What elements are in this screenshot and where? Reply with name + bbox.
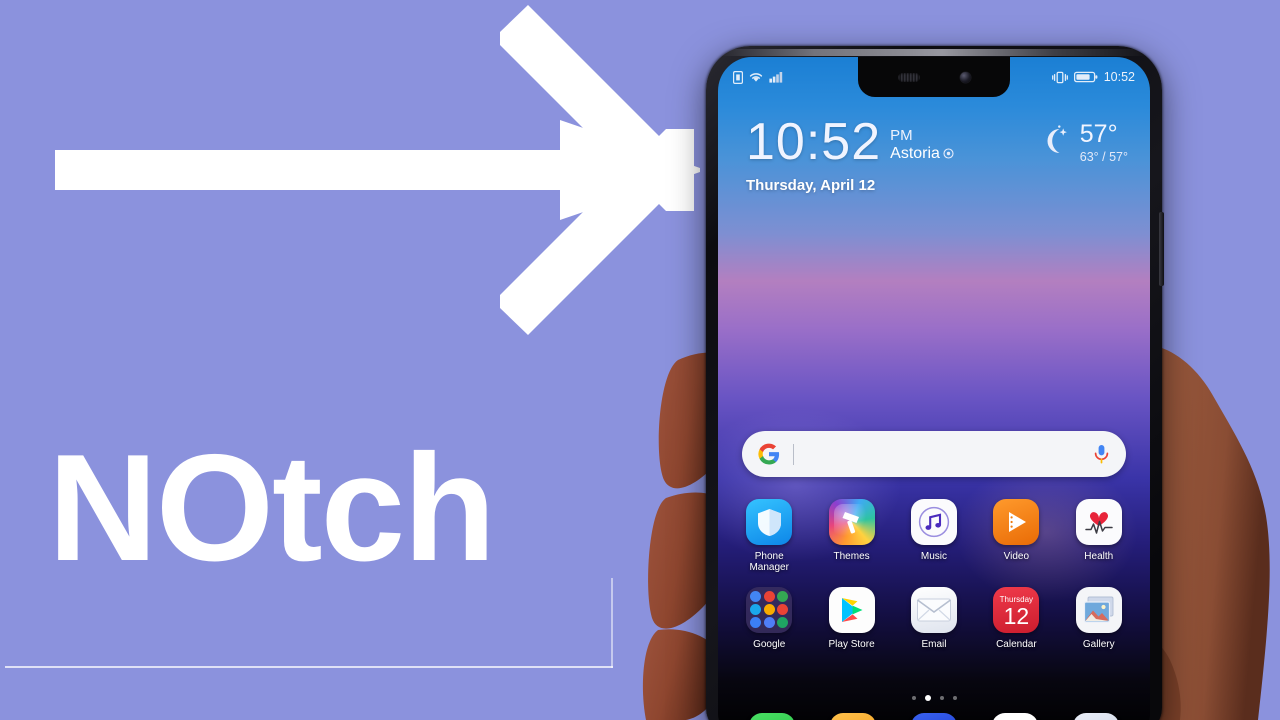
clock-date: Thursday, April 12 — [746, 176, 876, 194]
app-label: Video — [1003, 551, 1030, 562]
status-bar-right: 10:52 — [1051, 70, 1135, 84]
gallery-photo-icon[interactable] — [1075, 586, 1122, 633]
chrome-dock-icon[interactable] — [991, 713, 1038, 720]
page-dot-1[interactable] — [924, 695, 931, 701]
app-label: Themes — [833, 551, 870, 562]
page-indicator-dots[interactable] — [718, 695, 1150, 701]
app-label: Phone Manager — [749, 551, 789, 574]
moon-clear-night-icon — [1047, 125, 1067, 153]
weather-temperature: 57° — [1079, 120, 1118, 148]
folder-mini-icon-1 — [763, 591, 775, 603]
app-label: Email — [921, 638, 947, 650]
folder-mini-icon-3 — [750, 604, 762, 616]
play-store-icon[interactable] — [828, 586, 875, 633]
folder-mini-icon-8 — [776, 617, 788, 629]
bezel-highlight — [720, 49, 1148, 56]
underline-corner-tick — [611, 578, 613, 668]
app-label: Health — [1084, 551, 1114, 562]
page-title: NOtch — [48, 423, 496, 593]
folder-mini-icon-7 — [763, 617, 775, 629]
phone-dock-icon[interactable] — [749, 713, 796, 720]
app-item-health[interactable]: Health — [1063, 499, 1135, 574]
clock-ampm: PM — [890, 127, 913, 144]
page-dot-2[interactable] — [939, 696, 944, 700]
app-item-calendar[interactable]: Thursday 12 Calendar — [980, 586, 1052, 650]
app-label: Calendar — [996, 638, 1037, 650]
wifi-icon — [749, 73, 763, 82]
camera-dock-icon[interactable] — [1072, 713, 1119, 720]
page-dot-0[interactable] — [911, 696, 916, 700]
app-item-play-store[interactable]: Play Store — [816, 586, 888, 650]
app-item-video[interactable]: Video — [980, 499, 1052, 574]
page-dot-3[interactable] — [952, 696, 957, 700]
right-arrow-icon — [55, 5, 700, 335]
phone-device: 10:52 10:52 PM Astoria Thursday, April 1… — [706, 46, 1162, 720]
display-notch — [858, 57, 1010, 97]
status-bar-time: 10:52 — [1103, 70, 1135, 84]
google-folder-icon[interactable] — [746, 586, 793, 633]
messages-dock-icon[interactable] — [910, 713, 957, 720]
app-row-2: Google Play Store Email Thursday 12 Cale… — [728, 586, 1140, 650]
app-item-phone-manager[interactable]: Phone Manager — [733, 499, 805, 574]
app-item-music[interactable]: Music — [898, 499, 970, 574]
underline-divider — [5, 666, 613, 668]
google-g-logo-icon — [758, 443, 780, 465]
earpiece-speaker-icon — [897, 72, 920, 82]
music-note-icon[interactable] — [910, 499, 957, 545]
clock-time: 10:52 — [746, 113, 882, 171]
google-search-bar[interactable] — [742, 431, 1126, 477]
sim-card-icon — [733, 70, 743, 84]
folder-mini-icon-5 — [776, 604, 788, 616]
app-item-google-folder[interactable]: Google — [733, 586, 805, 650]
folder-mini-icon-0 — [750, 591, 762, 603]
app-item-themes[interactable]: Themes — [816, 499, 888, 574]
folder-mini-icon-2 — [776, 591, 788, 603]
screenshot-stage: NOtch 10:52 10:52 PM Astoria Thursday, A… — [0, 0, 1280, 720]
dock — [718, 713, 1150, 720]
calendar-day: 12 — [1003, 602, 1030, 629]
cellular-signal-icon — [769, 72, 783, 83]
weather-widget[interactable]: 57° 63° / 57° — [1039, 120, 1128, 164]
app-label: Gallery — [1082, 638, 1115, 650]
clock-location: Astoria — [890, 144, 940, 162]
app-grid: Phone Manager Themes Music Video Health … — [718, 499, 1150, 663]
vibrate-icon — [1051, 71, 1068, 83]
folder-mini-icon-6 — [750, 617, 762, 629]
app-row-1: Phone Manager Themes Music Video Health — [728, 499, 1140, 574]
battery-icon — [1073, 71, 1098, 83]
weather-range: 63° / 57° — [1079, 149, 1128, 164]
location-pin-icon — [943, 148, 954, 159]
front-camera-icon — [959, 71, 971, 83]
envelope-icon[interactable] — [910, 586, 957, 633]
heart-pulse-icon[interactable] — [1075, 499, 1122, 545]
app-label: Music — [920, 551, 948, 562]
status-bar-left — [733, 70, 783, 84]
shield-icon[interactable] — [746, 499, 793, 545]
app-label: Google — [753, 638, 786, 650]
contacts-dock-icon[interactable] — [830, 713, 877, 720]
calendar-icon[interactable]: Thursday 12 — [993, 586, 1040, 633]
app-item-email[interactable]: Email — [898, 586, 970, 650]
paintbrush-icon[interactable] — [828, 499, 875, 545]
microphone-icon[interactable] — [1093, 444, 1110, 464]
power-button[interactable] — [1159, 212, 1164, 286]
play-icon[interactable] — [993, 499, 1040, 545]
app-item-gallery[interactable]: Gallery — [1063, 586, 1135, 650]
search-divider — [793, 443, 794, 465]
app-label: Play Store — [828, 638, 875, 650]
folder-mini-icon-4 — [763, 604, 775, 616]
lockscreen-clock-widget: 10:52 PM Astoria Thursday, April 12 — [746, 113, 954, 194]
phone-screen[interactable]: 10:52 10:52 PM Astoria Thursday, April 1… — [718, 57, 1150, 720]
